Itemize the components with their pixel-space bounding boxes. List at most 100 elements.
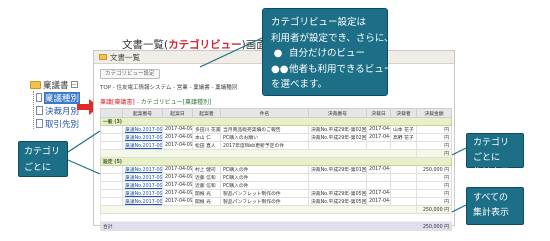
table-cell [100, 173, 123, 182]
table-cell [390, 189, 417, 198]
table-row: 稟議No.2017-000082017-04-09関根 光製品パンフレット制作の… [100, 197, 452, 206]
category-sum-row: 円 [100, 149, 452, 158]
table-cell [100, 165, 123, 174]
table-cell: 250,000 円 [416, 165, 452, 174]
category-label[interactable]: 設定 (5) [100, 157, 452, 166]
table-cell: 円 [416, 173, 452, 182]
table-cell: 関根 光 [192, 189, 221, 198]
table-cell [366, 141, 391, 150]
tree-item-label: 決裁月別 [45, 106, 80, 117]
document-link[interactable]: 稟議No.2017-00007 [122, 189, 163, 198]
table-cell: 松田 直人 [192, 141, 221, 150]
tree-item-label: 稟議種別 [43, 91, 80, 104]
document-link[interactable]: 稟議No.2017-00001 [122, 165, 163, 174]
category-group-row[interactable]: 設定 (5) [100, 157, 452, 166]
document-link[interactable]: 稟議No.2017-00006 [122, 141, 163, 150]
table-cell: 2017-04-09 [162, 189, 193, 198]
document-link[interactable]: 稟議No.2017-00005 [122, 133, 163, 142]
grand-total-row: 合計 250,000 円 [100, 221, 452, 231]
person-icon: ● [273, 48, 283, 59]
table-cell [100, 189, 123, 198]
column-header[interactable]: 決裁金額 [416, 108, 452, 118]
table-cell: 製品パンフレット制作の件 [220, 197, 309, 206]
table-row: 稟議No.2017-000072017-04-09関根 光製品パンフレット制作の… [100, 189, 452, 198]
callout-line: 利用者が設定でき、さらに、 [271, 32, 394, 44]
table-row: 稟議No.2017-000022017-04-09近藤 信和PC購入の件 円 [100, 173, 452, 182]
table-cell: 決裁No.平成29年-第05回 [308, 197, 367, 206]
tree-root[interactable]: 稟議書 − [30, 78, 80, 91]
callout-line: カテゴリごとに [473, 138, 510, 163]
table-cell [308, 141, 367, 150]
column-header[interactable]: 起案日 [162, 108, 193, 118]
category-sum-callout: カテゴリごとに 集計表示 [466, 133, 524, 178]
document-link[interactable]: 稟議No.2017-00003 [122, 181, 163, 190]
category-display-callout: カテゴリごとに 表示 [18, 141, 68, 189]
table-cell [100, 133, 123, 142]
folder-icon [99, 54, 107, 60]
table-cell: 2017-04-09 [366, 189, 391, 198]
table-spacer [100, 213, 452, 222]
column-header[interactable]: 起案番号 [122, 108, 163, 118]
category-label[interactable]: 一般 (3) [100, 117, 452, 126]
column-header[interactable]: 決裁者 [390, 108, 417, 118]
table-cell: PC購入の件 [220, 181, 309, 190]
table-cell [390, 165, 417, 174]
column-header[interactable]: 決裁番号 [308, 108, 367, 118]
document-link[interactable]: 稟議No.2017-00004 [122, 125, 163, 134]
table-cell: 2017-04-09 [366, 125, 391, 134]
view-title: 稟議[稟議書] - カテゴリビュー[稟議種別] [100, 97, 211, 106]
table-cell: 2017-04-09 [162, 141, 193, 150]
table-row: 稟議No.2017-000012017-04-09村上 健司PC購入の件決裁No… [100, 165, 452, 174]
table-cell: 高野 花子 [390, 133, 417, 142]
table-cell [390, 173, 417, 182]
table-cell [100, 181, 123, 190]
table-cell: 2017-04-09 [162, 133, 193, 142]
view-title-app[interactable]: 稟議[稟議書] [100, 99, 135, 106]
column-header[interactable]: 件名 [220, 108, 309, 118]
callout-line: 集計表示 [473, 168, 510, 178]
table-cell: 円 [416, 133, 452, 142]
view-title-category: - カテゴリビュー[稟議種別] [134, 99, 212, 106]
breadcrumb: TOP - 住友電工情報システム - 営業 - 稟議書 - 稟議種別 [100, 85, 238, 91]
category-sum-value: 円 [416, 149, 452, 158]
category-view-settings-button[interactable]: カテゴリビュー設定 [100, 69, 160, 79]
folder-icon [30, 80, 41, 89]
table-cell: 製品パンフレット制作の件 [220, 189, 309, 198]
table-cell [100, 141, 123, 150]
table-cell: 円 [416, 181, 452, 190]
callout-line: カテゴリごとに [24, 147, 61, 173]
callout-line-shared: ●● 他者も利用できるビュー [271, 62, 393, 78]
table-header-row: 起案番号 起案日 起案者 件名 決裁番号 決裁日 決裁者 決裁金額 [100, 108, 452, 118]
table-cell: 本山 仁 [192, 133, 221, 142]
table-cell: PC購入のお願い [220, 133, 309, 142]
callout-text: 他者も利用できるビュー [289, 63, 394, 75]
table-cell: 決裁No.平成29年-第02回 [308, 133, 367, 142]
document-link[interactable]: 稟議No.2017-00002 [122, 173, 163, 182]
table-cell: 山本 花子 [390, 125, 417, 134]
table-cell: 当月商品販売実績のご報告 [220, 125, 309, 134]
grand-total-label: 合計 [100, 221, 417, 231]
callout-text: 自分だけのビュー [289, 48, 366, 59]
table-cell [100, 213, 452, 222]
column-header[interactable]: 決裁日 [366, 108, 391, 118]
document-table: 起案番号 起案日 起案者 件名 決裁番号 決裁日 決裁者 決裁金額 一般 (3)… [100, 108, 452, 231]
callout-line: カテゴリビュー設定は [271, 17, 367, 28]
category-sum-value: 250,000 円 [416, 205, 452, 214]
document-link[interactable]: 稟議No.2017-00008 [122, 197, 163, 206]
category-sum-row: 250,000 円 [100, 205, 452, 214]
table-cell: 円 [416, 197, 452, 206]
table-cell: 近藤 信和 [192, 173, 221, 182]
column-header[interactable]: 起案者 [192, 108, 221, 118]
table-cell: 2017-04-09 [366, 133, 391, 142]
table-cell: 2017-04-09 [162, 125, 193, 134]
tree-item-label: 取引先別 [45, 119, 80, 130]
table-cell: 決裁No.平成29年-第05回 [308, 189, 367, 198]
table-cell: 多田川 花美 [192, 125, 221, 134]
table-cell: 2017-04-09 [366, 197, 391, 206]
table-cell: 近藤 信和 [192, 181, 221, 190]
table-cell [390, 181, 417, 190]
table-cell: 2017-04-09 [162, 173, 193, 182]
collapse-icon[interactable]: − [70, 81, 78, 88]
callout-line: 集計表示 [473, 208, 510, 218]
category-group-row[interactable]: 一般 (3) [100, 117, 452, 126]
